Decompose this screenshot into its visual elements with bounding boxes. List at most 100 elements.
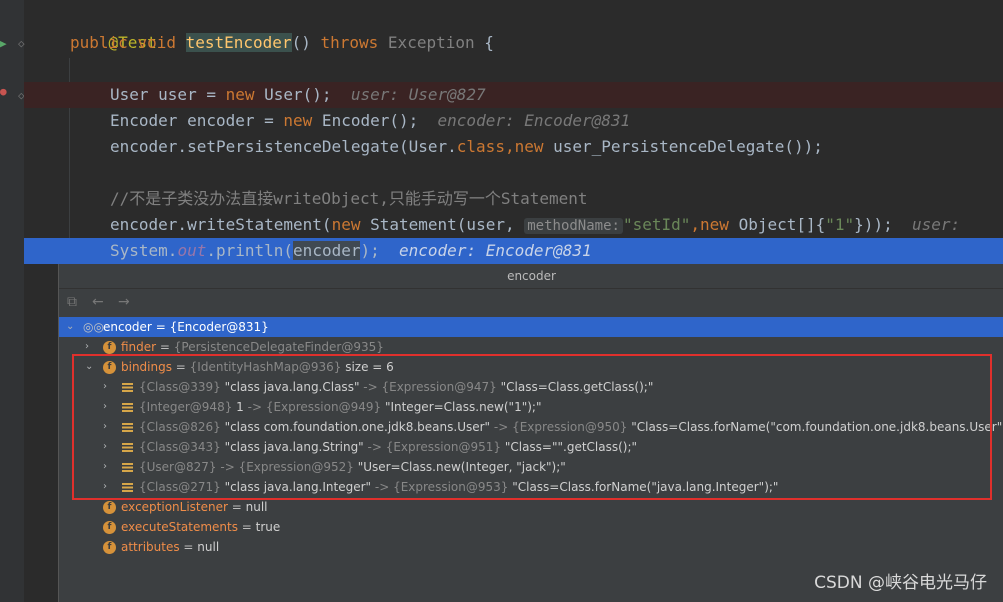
tree-row-finder[interactable]: › f finder = {PersistenceDelegateFinder@… xyxy=(59,337,1003,357)
code-line-4[interactable]: Encoder encoder = new Encoder(); encoder… xyxy=(24,108,1003,134)
code-line-6[interactable]: //不是子类没办法直接writeObject,只能手动写一个Statement xyxy=(24,186,1003,212)
code-text: Statement(user, xyxy=(360,215,515,234)
kw-throws: throws xyxy=(320,33,379,52)
arrow: -> xyxy=(359,380,382,394)
map-entry-row[interactable]: › {Class@343} "class java.lang.String" -… xyxy=(59,437,1003,457)
parameter-hint: methodName: xyxy=(524,218,623,234)
map-size: size = 6 xyxy=(341,360,394,374)
map-entry-label: {Class@339} "class java.lang.Class" -> {… xyxy=(139,377,653,397)
field-icon: f xyxy=(103,341,116,354)
string-literal: "1" xyxy=(825,215,855,234)
key-value: "class java.lang.Class" xyxy=(220,380,360,394)
tree-row-field[interactable]: f attributes = null xyxy=(59,537,1003,557)
var-name: executeStatements xyxy=(121,520,238,534)
kw-new: new xyxy=(514,137,544,156)
key-ref: {Integer@948} xyxy=(139,400,233,414)
tree-item-label: finder = {PersistenceDelegateFinder@935} xyxy=(121,337,384,357)
comma: , xyxy=(690,215,701,234)
code-text: Encoder(); xyxy=(312,111,419,130)
string-literal: "setId" xyxy=(622,215,691,234)
arrow: -> xyxy=(243,400,266,414)
var-name: encoder xyxy=(103,320,152,334)
map-entry-row[interactable]: › {Class@339} "class java.lang.Class" ->… xyxy=(59,377,1003,397)
var-name: bindings xyxy=(121,360,172,374)
var-name: attributes xyxy=(121,540,180,554)
watermark: CSDN @峡谷电光马仔 xyxy=(814,573,987,593)
chevron-right-icon[interactable]: › xyxy=(103,437,107,457)
back-arrow-icon[interactable]: ← xyxy=(92,294,104,310)
kw-public: public xyxy=(70,33,128,52)
code-comment: //不是子类没办法直接writeObject,只能手动写一个Statement xyxy=(110,189,588,208)
code-text: user_PersistenceDelegate()); xyxy=(543,137,823,156)
code-line-7[interactable]: encoder.writeStatement(new Statement(use… xyxy=(24,212,1003,238)
method-name[interactable]: testEncoder xyxy=(185,33,292,52)
var-name: finder xyxy=(121,340,157,354)
arrow: -> xyxy=(371,480,394,494)
watch-glasses-icon: ◎◎ xyxy=(83,320,104,334)
value-ref: {Expression@952} xyxy=(238,460,354,474)
arrow: -> xyxy=(490,420,513,434)
tree-row-field[interactable]: f executeStatements = true xyxy=(59,517,1003,537)
code-line-8-current[interactable]: System.out.println(encoder); encoder: En… xyxy=(24,238,1003,264)
navigate-icon[interactable]: ⧉ xyxy=(67,294,77,310)
tree-item-label: exceptionListener = null xyxy=(121,497,268,517)
field-icon: f xyxy=(103,501,116,514)
chevron-right-icon[interactable]: › xyxy=(103,457,107,477)
value-value: "Integer=Class.new("1");" xyxy=(381,400,542,414)
code-text: Object[]{ xyxy=(728,215,826,234)
key-value: "class java.lang.Integer" xyxy=(220,480,372,494)
tree-row-root[interactable]: ⌄ ◎◎ encoder = {Encoder@831} xyxy=(59,317,1003,337)
code-line-5[interactable]: encoder.setPersistenceDelegate(User.clas… xyxy=(24,134,1003,160)
variable-inspector-popup[interactable]: encoder ⧉ ← → ⌄ ◎◎ encoder = {Encoder@83… xyxy=(58,264,1003,602)
tree-row-field[interactable]: f exceptionListener = null xyxy=(59,497,1003,517)
value-ref: {Expression@953} xyxy=(393,480,509,494)
chevron-right-icon[interactable]: › xyxy=(103,417,107,437)
key-ref: {Class@343} xyxy=(139,440,221,454)
map-entry-row[interactable]: › {User@827} -> {Expression@952} "User=C… xyxy=(59,457,1003,477)
chevron-right-icon[interactable]: › xyxy=(103,477,107,497)
forward-arrow-icon[interactable]: → xyxy=(118,294,130,310)
code-text: System. xyxy=(110,241,178,260)
value-value: "Class=Class.forName("com.foundation.one… xyxy=(627,420,1003,434)
tree-row-bindings[interactable]: ⌄ f bindings = {IdentityHashMap@936} siz… xyxy=(59,357,1003,377)
code-line-3[interactable]: User user = new User(); user: User@827 xyxy=(24,82,1003,108)
method-parens: () xyxy=(291,33,311,52)
map-entry-icon xyxy=(122,483,133,492)
code-line-2[interactable]: public void testEncoder() throws Excepti… xyxy=(24,30,1003,56)
map-entry-icon xyxy=(122,383,133,392)
equals: = xyxy=(151,320,170,334)
inline-value-hint: encoder: Encoder@831 xyxy=(399,241,592,260)
open-brace: { xyxy=(484,33,494,52)
chevron-down-icon[interactable]: ⌄ xyxy=(66,317,74,337)
popup-title: encoder xyxy=(59,264,1003,289)
map-entry-row[interactable]: › {Integer@948} 1 -> {Expression@949} "I… xyxy=(59,397,1003,417)
inline-value-hint: user: User@827 xyxy=(350,85,486,104)
kw-class: class xyxy=(456,137,505,156)
inline-value-hint: encoder: Encoder@831 xyxy=(437,111,631,130)
key-ref: {Class@271} xyxy=(139,480,221,494)
value-value: "Class=Class.getClass();" xyxy=(496,380,654,394)
chevron-right-icon[interactable]: › xyxy=(103,377,107,397)
code-text: .println( xyxy=(206,241,294,260)
map-entry-row[interactable]: › {Class@826} "class com.foundation.one.… xyxy=(59,417,1003,437)
var-name: exceptionListener xyxy=(121,500,228,514)
popup-toolbar: ⧉ ← → xyxy=(59,289,1003,315)
static-field: out xyxy=(177,241,207,260)
hovered-variable[interactable]: encoder xyxy=(293,241,361,260)
tree-item-label: bindings = {IdentityHashMap@936} size = … xyxy=(121,357,394,377)
code-text: ); xyxy=(360,241,380,260)
map-entry-label: {Integer@948} 1 -> {Expression@949} "Int… xyxy=(139,397,541,417)
type-exception: Exception xyxy=(387,33,475,52)
key-ref: {Class@339} xyxy=(139,380,221,394)
chevron-right-icon[interactable]: › xyxy=(103,397,107,417)
code-editor[interactable]: @Test public void testEncoder() throws E… xyxy=(0,0,1003,264)
tree-root-label: encoder = {Encoder@831} xyxy=(103,317,269,337)
var-value: {PersistenceDelegateFinder@935} xyxy=(173,340,384,354)
code-line-1[interactable]: @Test xyxy=(24,4,1003,52)
code-text: })); xyxy=(854,215,893,234)
map-entry-row[interactable]: › {Class@271} "class java.lang.Integer" … xyxy=(59,477,1003,497)
tree-item-label: executeStatements = true xyxy=(121,517,280,537)
chevron-right-icon[interactable]: › xyxy=(85,337,89,357)
chevron-down-icon[interactable]: ⌄ xyxy=(85,357,93,377)
value-ref: {Expression@947} xyxy=(381,380,497,394)
